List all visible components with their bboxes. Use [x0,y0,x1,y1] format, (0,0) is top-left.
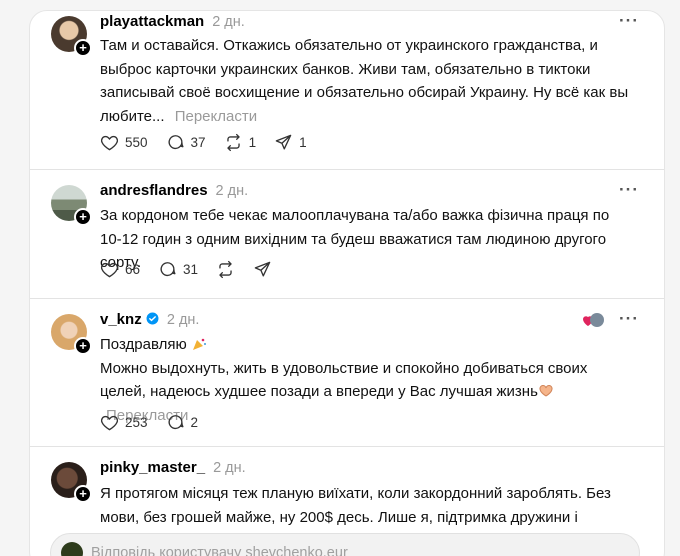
heart-icon [100,262,119,278]
avatar[interactable]: + [51,314,92,355]
follow-plus-icon[interactable]: + [74,485,92,503]
like-count: 66 [125,262,141,277]
comment-button[interactable]: 2 [166,413,199,432]
avatar[interactable]: + [51,185,92,226]
repost-button[interactable] [216,260,235,279]
repost-button[interactable]: 1 [224,133,257,152]
username[interactable]: andresflandres [100,182,208,199]
heart-hands-icon [539,384,553,397]
thread-feed: + playattackman 2 дн. ··· Там и оставайс… [29,10,665,556]
comment-button[interactable]: 31 [158,260,198,279]
comment-icon [168,135,184,150]
comment-icon [168,415,184,430]
post: + playattackman 2 дн. ··· Там и оставайс… [30,11,664,170]
timestamp[interactable]: 2 дн. [216,183,249,199]
more-icon[interactable]: ··· [619,309,639,329]
share-icon [254,261,271,277]
post-line: Можно выдохнуть, жить в удовольствие и с… [100,359,588,401]
repost-icon [226,133,240,152]
post-header: pinky_master_ 2 дн. [100,459,246,476]
post: + andresflandres 2 дн. ··· За кордоном т… [30,170,664,299]
follow-plus-icon[interactable]: + [74,208,92,226]
post-text: Я протягом місяця теж планую виїхати, ко… [100,485,611,526]
like-count: 253 [125,415,148,430]
post: + v_knz 2 дн. ··· Поздравляю Можно выдох… [30,299,664,447]
username[interactable]: pinky_master_ [100,459,205,476]
reply-avatar [61,542,83,556]
liked-by-author-icon [582,312,604,328]
more-icon[interactable]: ··· [619,11,639,31]
party-popper-icon [192,338,206,350]
like-button[interactable]: 550 [100,133,148,152]
more-icon[interactable]: ··· [619,180,639,200]
post-line: Поздравляю [100,336,187,353]
post-header: playattackman 2 дн. [100,13,245,30]
username[interactable]: playattackman [100,13,204,30]
share-button[interactable] [253,260,272,279]
repost-icon [219,260,232,279]
post-header: andresflandres 2 дн. [100,182,248,199]
post-actions: 66 31 [100,260,290,279]
reply-placeholder: Відповідь користувачу shevchenko.eur [91,545,348,556]
avatar[interactable]: + [51,16,92,57]
follow-plus-icon[interactable]: + [74,39,92,57]
heart-icon [100,415,119,431]
reply-input[interactable]: Відповідь користувачу shevchenko.eur [50,533,640,556]
comment-count: 37 [190,135,206,150]
like-button[interactable]: 66 [100,260,140,279]
post-header: v_knz 2 дн. [100,311,199,328]
repost-count: 1 [248,135,257,150]
post-text: Там и оставайся. Откажись обязательно от… [100,34,634,128]
timestamp[interactable]: 2 дн. [167,312,200,328]
translate-link[interactable]: Перекласти [175,108,257,125]
comment-icon [160,262,176,277]
verified-icon [146,312,159,325]
share-button[interactable]: 1 [274,133,307,152]
avatar[interactable]: + [51,462,92,503]
username[interactable]: v_knz [100,311,159,328]
post-actions: 253 2 [100,413,216,432]
like-count: 550 [125,135,148,150]
share-count: 1 [299,135,307,150]
heart-icon [100,135,119,151]
like-button[interactable]: 253 [100,413,148,432]
comment-button[interactable]: 37 [166,133,206,152]
comment-count: 2 [190,415,199,430]
share-icon [275,134,292,150]
post-actions: 550 37 1 1 [100,133,325,152]
timestamp[interactable]: 2 дн. [213,460,246,476]
timestamp[interactable]: 2 дн. [212,14,245,30]
follow-plus-icon[interactable]: + [74,337,92,355]
comment-count: 31 [183,262,199,277]
